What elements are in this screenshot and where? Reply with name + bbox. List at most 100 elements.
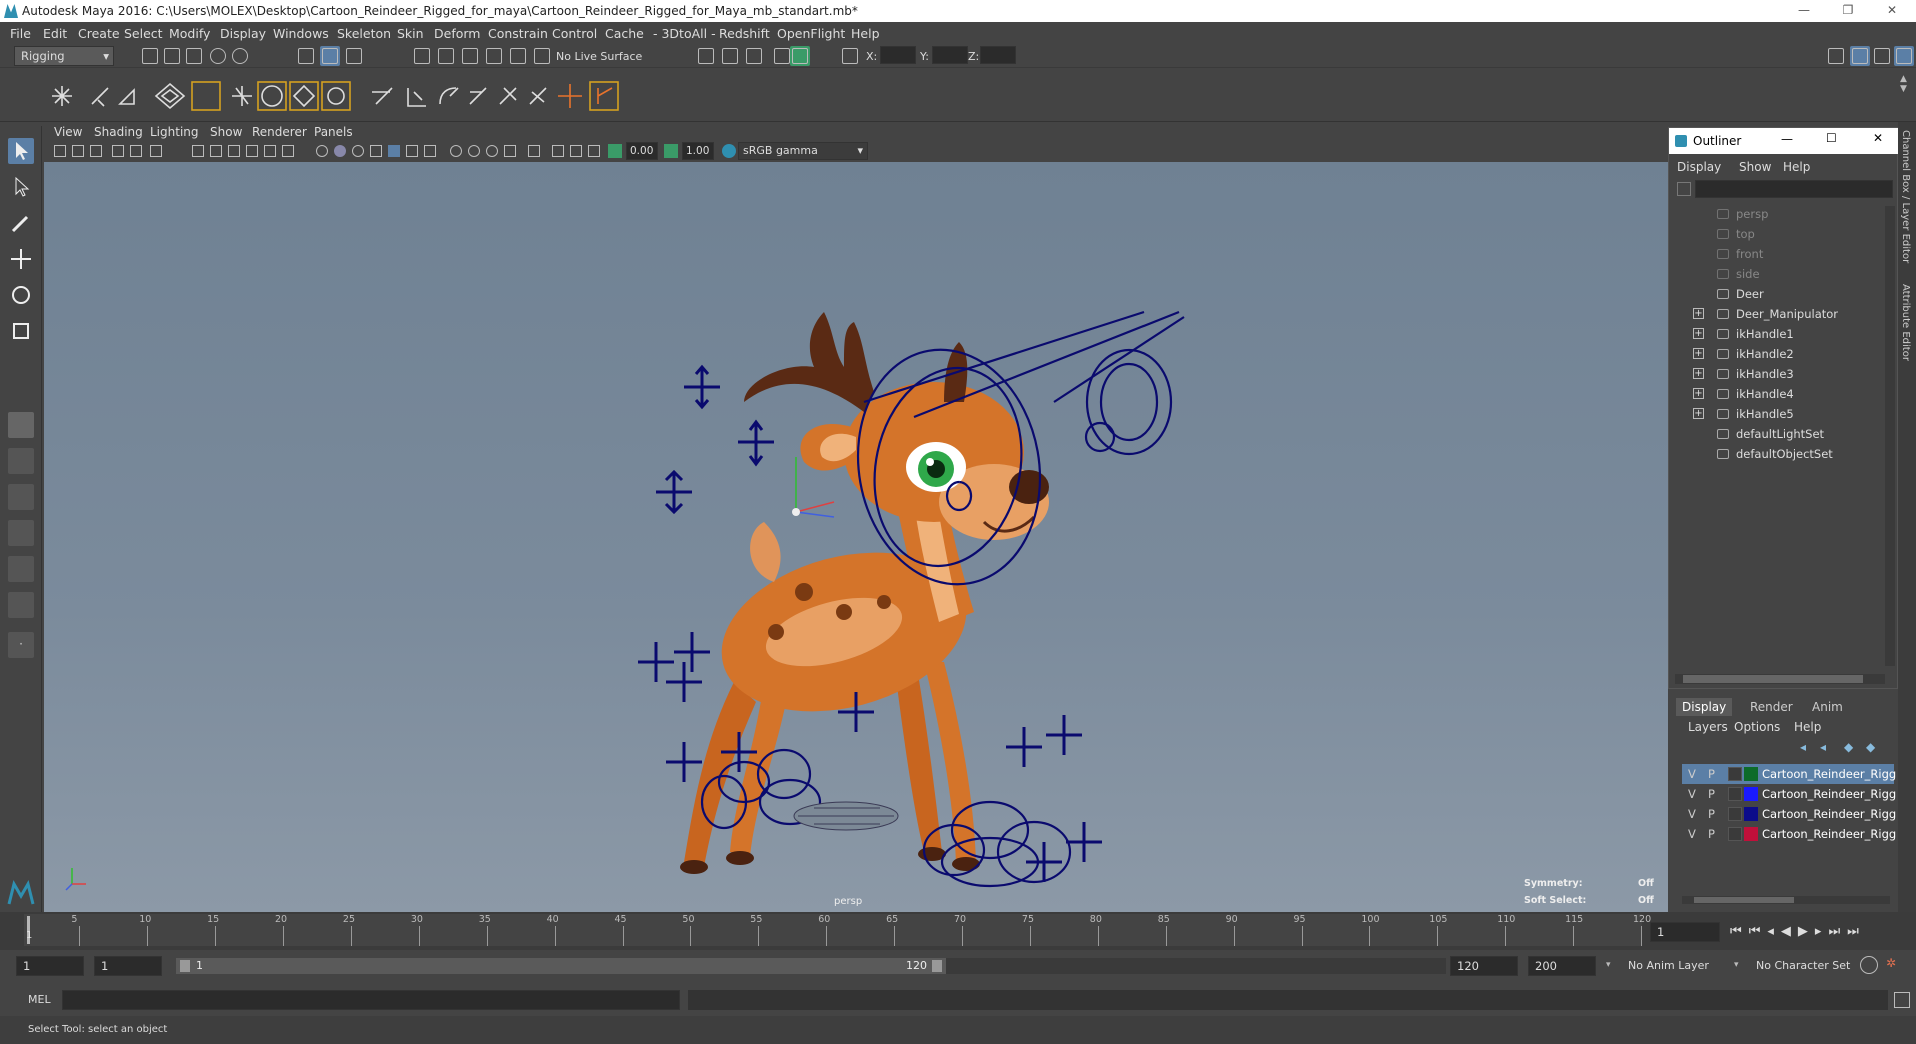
shelf-rigging-tools[interactable] <box>46 78 676 114</box>
outliner-item[interactable]: + ikHandle1 <box>1669 324 1879 344</box>
outliner-menu-display[interactable]: Display <box>1677 160 1721 174</box>
menu-select[interactable]: Select <box>124 26 163 41</box>
layer-tab-render[interactable]: Render <box>1750 700 1793 714</box>
paint-select-icon[interactable] <box>8 210 34 236</box>
range-end-handle[interactable] <box>932 960 942 972</box>
outliner-menu-show[interactable]: Show <box>1739 160 1771 174</box>
motion-blur-icon[interactable] <box>468 145 480 157</box>
outliner-item[interactable]: persp <box>1669 204 1879 224</box>
xray-joints-icon[interactable] <box>552 145 564 157</box>
gamma-icon[interactable] <box>664 144 678 158</box>
layer-visibility-toggle[interactable]: V <box>1688 767 1696 781</box>
camera-attributes-icon[interactable] <box>72 145 84 157</box>
filter-icon[interactable] <box>1677 182 1691 196</box>
range-bar[interactable]: 1 120 <box>176 958 946 974</box>
layer-playback-toggle[interactable]: P <box>1708 807 1715 821</box>
gamma-field[interactable]: 1.00 <box>682 142 714 160</box>
outliner-menu-help[interactable]: Help <box>1783 160 1810 174</box>
playback-end-field[interactable]: 120 <box>1450 956 1518 976</box>
reindeer-scene[interactable] <box>44 162 1668 912</box>
anti-aliasing-icon[interactable] <box>486 145 498 157</box>
close-button[interactable]: ✕ <box>1872 0 1912 22</box>
graph-layout-icon[interactable] <box>8 520 34 546</box>
use-all-lights-icon[interactable] <box>388 145 400 157</box>
playback-start-field[interactable]: 1 <box>94 956 162 976</box>
menu-deform[interactable]: Deform <box>434 26 480 41</box>
outliner-close-button[interactable]: ✕ <box>1873 131 1883 145</box>
select-component-icon[interactable] <box>344 46 364 66</box>
new-scene-icon[interactable] <box>140 46 160 66</box>
layer-type-toggle[interactable] <box>1728 827 1742 841</box>
move-layer-down-icon[interactable]: ◂ <box>1820 740 1834 754</box>
outliner-item[interactable]: top <box>1669 224 1879 244</box>
new-layer-icon[interactable]: ◆ <box>1844 740 1858 754</box>
select-hierarchy-icon[interactable] <box>296 46 316 66</box>
layer-playback-toggle[interactable]: P <box>1708 787 1715 801</box>
textured-icon[interactable] <box>370 145 382 157</box>
panel-menu-lighting[interactable]: Lighting <box>150 125 199 139</box>
menu-constrain[interactable]: Constrain <box>488 26 548 41</box>
layer-type-toggle[interactable] <box>1728 767 1742 781</box>
isolate-select-icon[interactable] <box>528 145 540 157</box>
menu-edit[interactable]: Edit <box>43 26 67 41</box>
menu-3dtoall[interactable]: - 3DtoAll - <box>653 26 716 41</box>
xray-icon[interactable] <box>424 145 436 157</box>
menu-skeleton[interactable]: Skeleton <box>337 26 391 41</box>
gate-mask-icon[interactable] <box>246 145 258 157</box>
exposure-field[interactable]: 0.00 <box>626 142 658 160</box>
outliner-item[interactable]: + ikHandle4 <box>1669 384 1879 404</box>
layer-row[interactable]: V P Cartoon_Reindeer_Rigg <box>1682 784 1896 804</box>
xray-active-icon[interactable] <box>570 145 582 157</box>
channel-box-icon[interactable] <box>1850 46 1870 66</box>
bookmark-icon[interactable] <box>90 145 102 157</box>
tool-settings-icon[interactable] <box>1872 46 1892 66</box>
image-plane-icon[interactable] <box>112 145 124 157</box>
camera-icon[interactable] <box>54 145 66 157</box>
move-tool-icon[interactable] <box>8 246 34 272</box>
scale-tool-icon[interactable] <box>8 318 34 344</box>
layer-visibility-toggle[interactable]: V <box>1688 807 1696 821</box>
exposure-icon[interactable] <box>608 144 622 158</box>
layer-tab-anim[interactable]: Anim <box>1812 700 1843 714</box>
smooth-shade-icon[interactable] <box>334 145 346 157</box>
lasso-tool-icon[interactable] <box>8 174 34 200</box>
screen-space-ao-icon[interactable] <box>450 145 462 157</box>
select-tool-icon[interactable] <box>8 138 34 164</box>
outliner-minimize-button[interactable]: — <box>1781 132 1793 146</box>
z-field[interactable] <box>980 46 1016 64</box>
four-view-layout-icon[interactable] <box>8 448 34 474</box>
open-scene-icon[interactable] <box>162 46 182 66</box>
film-gate-icon[interactable] <box>210 145 222 157</box>
menu-openflight[interactable]: OpenFlight <box>777 26 845 41</box>
outliner-item[interactable]: + Deer_Manipulator <box>1669 304 1879 324</box>
depth-of-field-icon[interactable] <box>504 145 516 157</box>
panel-menu-view[interactable]: View <box>54 125 82 139</box>
layer-visibility-toggle[interactable]: V <box>1688 827 1696 841</box>
outliner-horizontal-scrollbar[interactable] <box>1675 674 1885 684</box>
shelf-scroll-icon[interactable]: ▲ ▼ <box>1900 74 1912 114</box>
snap-point-icon[interactable] <box>460 46 480 66</box>
menu-control[interactable]: Control <box>552 26 597 41</box>
outliner-item[interactable]: + ikHandle3 <box>1669 364 1879 384</box>
playback-preferences-icon[interactable]: ✲ <box>1886 956 1904 974</box>
grease-pencil-icon[interactable] <box>150 145 162 157</box>
shadows-icon[interactable] <box>406 145 418 157</box>
perspective-viewport[interactable]: persp Symmetry: Off Soft Select: Off <box>44 162 1668 912</box>
render-frame-icon[interactable] <box>720 46 740 66</box>
modeling-toolkit-icon[interactable] <box>1826 46 1846 66</box>
render-view-icon[interactable] <box>696 46 716 66</box>
undo-icon[interactable] <box>208 46 228 66</box>
layer-color-swatch[interactable] <box>1744 767 1758 781</box>
character-set-dropdown[interactable]: No Character Set <box>1756 959 1850 972</box>
layer-row[interactable]: V P Cartoon_Reindeer_Rigg <box>1682 764 1896 784</box>
live-surface-label[interactable]: No Live Surface <box>556 50 642 63</box>
outliner-item[interactable]: front <box>1669 244 1879 264</box>
script-editor-icon[interactable] <box>1894 992 1910 1008</box>
view-transform-dropdown[interactable]: sRGB gamma ▾ <box>738 142 868 160</box>
layer-menu-help[interactable]: Help <box>1794 720 1821 734</box>
restore-button[interactable]: ❐ <box>1828 0 1868 22</box>
outliner-item[interactable]: defaultLightSet <box>1669 424 1879 444</box>
menu-skin[interactable]: Skin <box>397 26 424 41</box>
new-layer-selected-icon[interactable]: ◆ <box>1866 740 1880 754</box>
menu-windows[interactable]: Windows <box>273 26 329 41</box>
